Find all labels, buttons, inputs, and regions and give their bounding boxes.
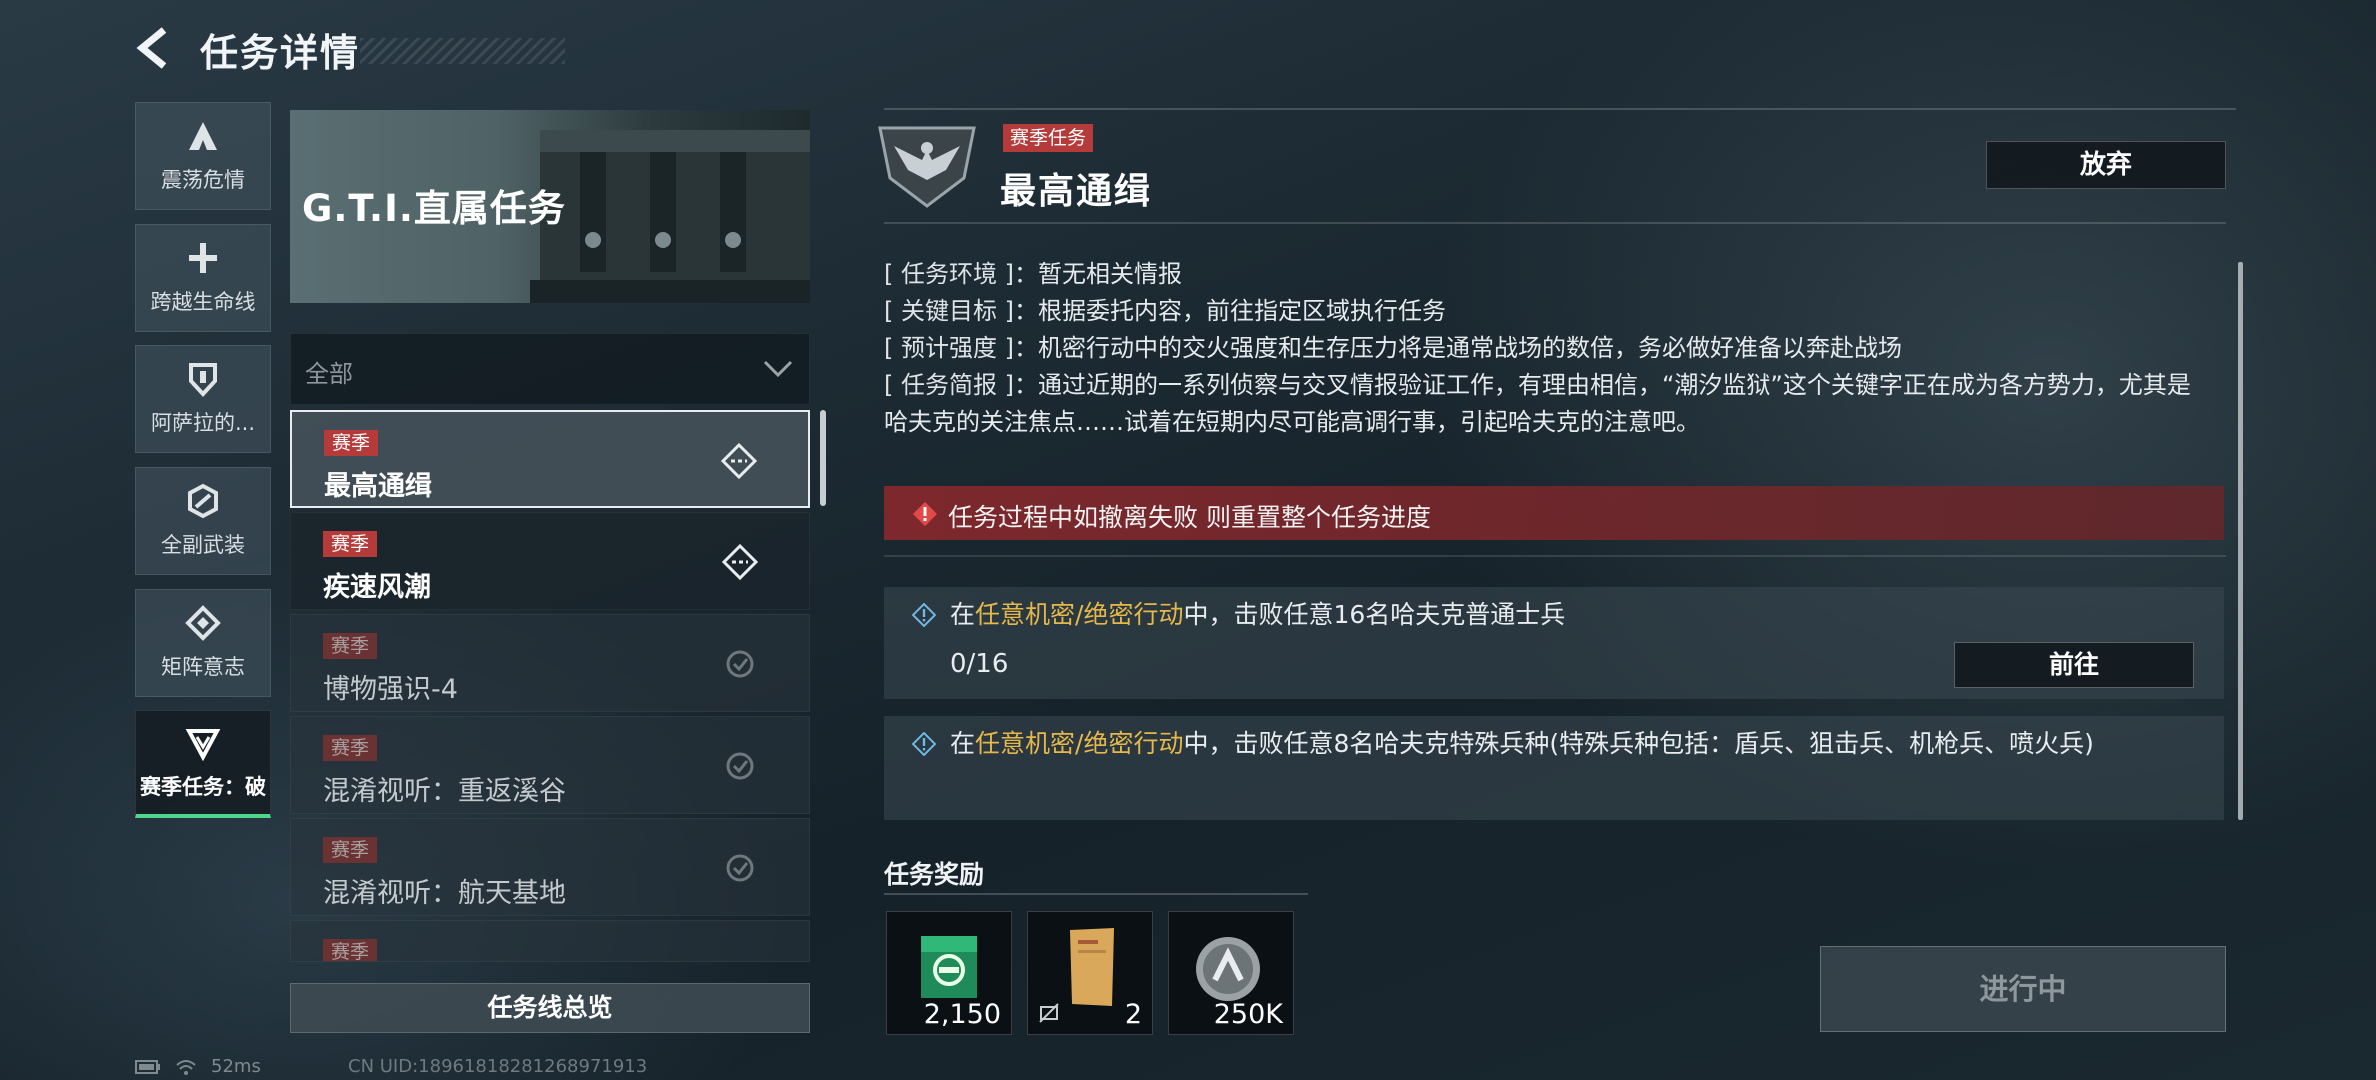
mission-info: [ 任务环境 ]：暂无相关情报 [ 关键目标 ]：根据委托内容，前往指定区域执行… bbox=[884, 256, 2214, 441]
in-progress-icon bbox=[720, 442, 758, 480]
reward-coin[interactable]: 250K bbox=[1168, 911, 1294, 1035]
diamond-icon bbox=[185, 605, 221, 641]
detail-scrollbar[interactable] bbox=[2238, 262, 2243, 820]
nav-label: 矩阵意志 bbox=[161, 655, 245, 679]
warning-diamond-icon bbox=[913, 502, 937, 526]
task-item-space-base[interactable]: 赛季 混淆视听：航天基地 bbox=[290, 818, 810, 916]
objective-progress: 0/16 bbox=[950, 649, 1009, 679]
filter-selected-value: 全部 bbox=[305, 360, 353, 388]
completed-check-icon bbox=[726, 854, 754, 882]
goto-button[interactable]: 前往 bbox=[1954, 642, 2194, 688]
warning-text: 任务过程中如撤离失败 则重置整个任务进度 bbox=[948, 503, 1431, 532]
back-arrow-icon[interactable] bbox=[134, 26, 174, 70]
season-tag: 赛季 bbox=[323, 939, 378, 961]
chevron-triangle-icon bbox=[185, 728, 221, 761]
chevron-down-icon bbox=[763, 360, 793, 378]
nav-item-6[interactable]: 赛季任务：破 bbox=[135, 710, 271, 818]
banner-title: G.T.I.直属任务 bbox=[302, 187, 566, 230]
mission-line-banner: G.T.I.直属任务 bbox=[290, 110, 810, 303]
completed-check-icon bbox=[726, 752, 754, 780]
task-name: 混淆视听：航天基地 bbox=[323, 878, 566, 909]
objective-text: 在任意机密/绝密行动中，击败任意16名哈夫克普通士兵 bbox=[950, 600, 1566, 629]
no-trade-icon bbox=[1039, 1003, 1059, 1023]
page-title: 任务详情 bbox=[200, 31, 361, 75]
objective-2: 在任意机密/绝密行动中，击败任意8名哈夫克特殊兵种(特殊兵种包括：盾兵、狙击兵、… bbox=[884, 716, 2224, 820]
objective-text: 在任意机密/绝密行动中，击败任意8名哈夫克特殊兵种(特殊兵种包括：盾兵、狙击兵、… bbox=[950, 729, 2094, 758]
task-item-return-valley[interactable]: 赛季 混淆视听：重返溪谷 bbox=[290, 716, 810, 814]
nav-item-1[interactable]: 震荡危情 bbox=[135, 102, 271, 210]
ping-value: 52ms bbox=[211, 1056, 261, 1077]
season-tag: 赛季 bbox=[323, 735, 378, 761]
task-name: 最高通缉 bbox=[324, 471, 432, 502]
task-item-museum[interactable]: 赛季 博物强识-4 bbox=[290, 614, 810, 712]
task-item-most-wanted[interactable]: 赛季 最高通缉 bbox=[290, 410, 810, 508]
reward-quantity: 250K bbox=[1213, 999, 1283, 1030]
task-list-scrollbar[interactable] bbox=[820, 410, 826, 506]
task-item-partial[interactable]: 赛季 bbox=[290, 920, 810, 962]
mission-status-button: 进行中 bbox=[1820, 946, 2226, 1032]
season-tag: 赛季 bbox=[323, 633, 378, 659]
objective-1: 在任意机密/绝密行动中，击败任意16名哈夫克普通士兵 0/16 前往 bbox=[884, 587, 2224, 699]
triangle-icon bbox=[189, 122, 217, 150]
eagle-emblem-icon bbox=[878, 126, 976, 208]
battery-icon bbox=[135, 1059, 160, 1074]
season-tag: 赛季 bbox=[323, 837, 378, 863]
status-bar: 52ms bbox=[135, 1056, 261, 1077]
divider bbox=[884, 893, 1308, 895]
hex-icon bbox=[188, 483, 218, 519]
task-item-rapid-tide[interactable]: 赛季 疾速风潮 bbox=[290, 512, 810, 610]
nav-item-4[interactable]: 全副武装 bbox=[135, 467, 271, 575]
completed-check-icon bbox=[726, 650, 754, 678]
divider bbox=[884, 108, 2236, 110]
info-diamond-icon bbox=[912, 732, 936, 756]
mission-line-overview-button[interactable]: 任务线总览 bbox=[290, 983, 810, 1033]
reward-title: 任务奖励 bbox=[884, 860, 985, 889]
nav-item-5[interactable]: 矩阵意志 bbox=[135, 589, 271, 697]
season-mission-tag: 赛季任务 bbox=[1003, 124, 1094, 152]
reward-quantity: 2,150 bbox=[923, 999, 1001, 1030]
task-name: 疾速风潮 bbox=[323, 572, 431, 603]
reward-experience[interactable]: 2,150 bbox=[886, 911, 1012, 1035]
season-tag: 赛季 bbox=[324, 430, 379, 456]
user-id: CN UID:18961818281268971913 bbox=[348, 1056, 648, 1077]
warning-banner: 任务过程中如撤离失败 则重置整个任务进度 bbox=[884, 486, 2224, 540]
abandon-button[interactable]: 放弃 bbox=[1986, 141, 2226, 189]
nav-label: 赛季任务：破 bbox=[140, 774, 266, 799]
mission-title: 最高通缉 bbox=[1000, 171, 1153, 212]
nav-label: 全副武装 bbox=[161, 533, 245, 557]
task-filter-dropdown[interactable]: 全部 bbox=[290, 333, 810, 405]
reward-quantity: 2 bbox=[1124, 999, 1142, 1030]
nav-item-2[interactable]: 跨越生命线 bbox=[135, 224, 271, 332]
season-tag: 赛季 bbox=[323, 531, 378, 557]
info-diamond-icon bbox=[912, 603, 936, 627]
title-decoration bbox=[360, 38, 565, 64]
experience-icon bbox=[921, 936, 977, 998]
wifi-icon bbox=[176, 1059, 196, 1075]
info-key-target: [ 关键目标 ]：根据委托内容，前往指定区域执行任务 bbox=[884, 297, 1446, 325]
info-environment: [ 任务环境 ]：暂无相关情报 bbox=[884, 260, 1182, 288]
document-icon bbox=[1070, 928, 1114, 1006]
divider bbox=[884, 555, 2226, 557]
in-progress-icon bbox=[721, 543, 759, 581]
info-intensity: [ 预计强度 ]：机密行动中的交火强度和生存压力将是通常战场的数倍，务必做好准备… bbox=[884, 334, 1902, 362]
divider bbox=[884, 222, 2226, 224]
task-name: 混淆视听：重返溪谷 bbox=[323, 776, 566, 807]
shield-icon bbox=[189, 363, 217, 397]
crate-illustration bbox=[530, 130, 810, 303]
info-briefing: [ 任务简报 ]：通过近期的一系列侦察与交叉情报验证工作，有理由相信，“潮汐监狱… bbox=[884, 371, 2191, 436]
nav-label: 震荡危情 bbox=[161, 168, 245, 192]
cross-icon bbox=[189, 243, 217, 273]
task-name: 博物强识-4 bbox=[323, 674, 458, 705]
nav-label: 阿萨拉的... bbox=[150, 411, 256, 435]
nav-item-3[interactable]: 阿萨拉的... bbox=[135, 345, 271, 453]
coin-icon bbox=[1196, 937, 1260, 1001]
reward-document[interactable]: 2 bbox=[1027, 911, 1153, 1035]
nav-label: 跨越生命线 bbox=[150, 290, 256, 314]
